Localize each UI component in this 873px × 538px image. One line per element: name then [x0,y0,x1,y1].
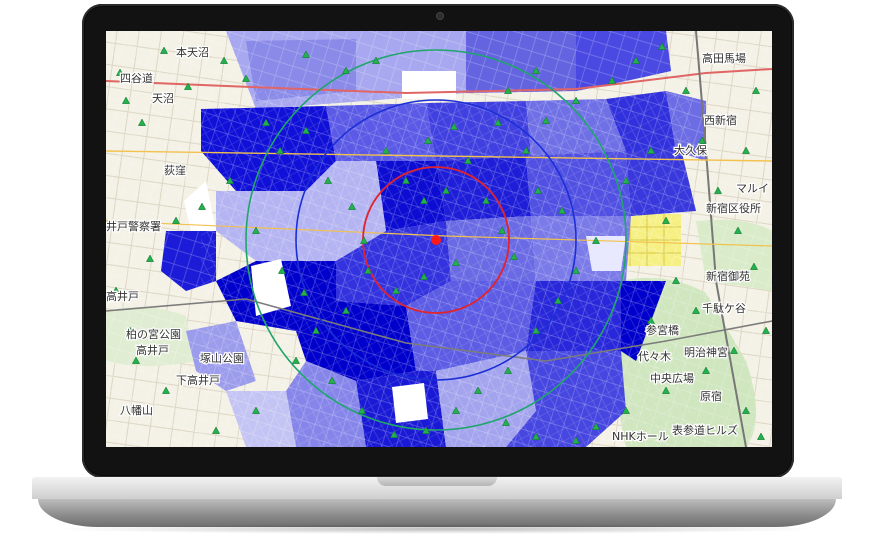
laptop-shadow [50,524,823,534]
place-label: 高井戸 [136,343,169,357]
laptop-base-bottom [38,499,836,527]
place-label: 明治神宮 [684,345,728,359]
center-point-icon[interactable] [431,235,441,245]
empty-zone-1 [402,71,456,99]
place-label: 荻窪 [164,163,186,177]
camera-icon [437,13,443,19]
place-label: 塚山公園 [200,352,244,365]
place-label: 本天沼 [176,45,209,59]
place-label: 千駄ケ谷 [702,301,746,315]
place-label: 西新宿 [704,113,737,127]
place-label: 原宿 [700,389,722,403]
place-label: 大久保 [674,143,707,157]
place-label: 代々木 [638,350,671,363]
place-label: 四谷道 [120,71,153,85]
place-label: 下高井戸 [176,373,220,387]
place-label: 柏の宮公園 [126,327,181,341]
laptop-frame: 本天沼 天沼 荻窪 井戸警察署 高井戸 柏の宮公園 高井戸 塚山公園 下高井戸 高田馬場 大久保 新宿… [0,0,873,538]
place-label: 高井戸 [106,289,139,303]
lid-notch [377,477,497,486]
empty-zone-4 [392,383,428,423]
place-label: 八幡山 [120,403,153,417]
laptop-base [32,477,842,529]
place-label: 天沼 [152,91,174,105]
place-label: 新宿御苑 [706,269,750,283]
place-label: 表参道ヒルズ [672,423,738,437]
place-label: 参宮橋 [646,323,679,337]
map-screen[interactable]: 本天沼 天沼 荻窪 井戸警察署 高井戸 柏の宮公園 高井戸 塚山公園 下高井戸 高田馬場 大久保 新宿… [106,31,772,447]
place-label: NHKホール [612,430,669,443]
place-label: 高田馬場 [702,51,746,65]
place-label: 新宿区役所 [706,201,761,215]
place-label: 中央広場 [650,372,694,385]
map-canvas[interactable]: 本天沼天沼荻窪井戸警察署高井戸柏の宮公園高井戸塚山公園下高井戸高田馬場大久保新宿… [106,31,772,447]
place-label: マルイ [736,182,769,195]
place-label: 井戸警察署 [106,219,161,233]
